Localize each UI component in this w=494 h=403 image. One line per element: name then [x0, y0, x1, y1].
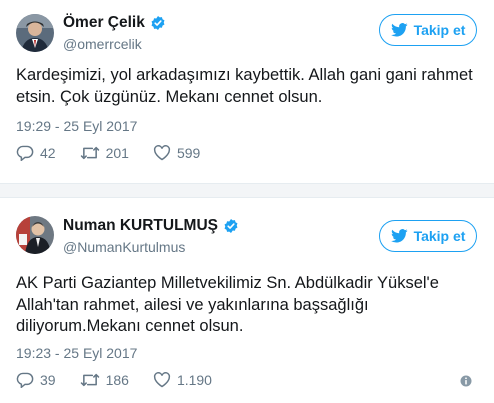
retweet-icon	[80, 146, 99, 160]
twitter-bird-icon	[390, 229, 408, 243]
reply-count: 42	[40, 145, 56, 161]
retweet-button[interactable]: 201	[80, 145, 129, 161]
follow-label: Takip et	[413, 22, 466, 38]
verified-badge-icon	[150, 15, 166, 31]
tweet-actions: 39 186 1.190	[16, 372, 236, 388]
tweet-text: AK Parti Gaziantep Milletvekilimiz Sn. A…	[16, 274, 439, 335]
follow-label: Takip et	[413, 228, 466, 244]
info-icon[interactable]	[460, 374, 472, 392]
user-handle[interactable]: @NumanKurtulmus	[63, 239, 185, 255]
reply-icon	[16, 372, 34, 388]
like-count: 1.190	[176, 372, 212, 388]
avatar[interactable]	[16, 14, 54, 52]
follow-button[interactable]: Takip et	[379, 14, 477, 46]
tweet-timestamp[interactable]: 19:29 - 25 Eyl 2017	[16, 118, 137, 134]
retweet-icon	[80, 373, 99, 387]
verified-badge-icon	[223, 218, 239, 234]
follow-button[interactable]: Takip et	[379, 220, 477, 252]
tweet-timestamp[interactable]: 19:23 - 25 Eyl 2017	[16, 345, 137, 361]
like-button[interactable]: 1.190	[153, 372, 212, 388]
reply-count: 39	[40, 372, 56, 388]
like-count: 599	[176, 145, 201, 161]
heart-icon	[153, 145, 170, 161]
display-name[interactable]: Numan KURTULMUŞ	[63, 217, 218, 235]
twitter-bird-icon	[390, 23, 408, 37]
tweet-card: Ömer Çelik @omerrcelik Takip et Kardeşim…	[0, 0, 494, 183]
tweet-separator	[0, 183, 494, 198]
reply-icon	[16, 145, 34, 161]
reply-button[interactable]: 39	[16, 372, 56, 388]
retweet-button[interactable]: 186	[80, 372, 129, 388]
author-name-row[interactable]: Ömer Çelik	[63, 14, 166, 32]
heart-icon	[153, 372, 170, 388]
tweet-text: Kardeşimizi, yol arkadaşımızı kaybettik.…	[16, 66, 473, 106]
avatar[interactable]	[16, 216, 54, 254]
retweet-count: 201	[105, 145, 129, 161]
display-name[interactable]: Ömer Çelik	[63, 14, 145, 32]
author-name-row[interactable]: Numan KURTULMUŞ	[63, 217, 239, 235]
reply-button[interactable]: 42	[16, 145, 56, 161]
tweet-actions: 42 201 599	[16, 145, 224, 161]
retweet-count: 186	[105, 372, 129, 388]
user-handle[interactable]: @omerrcelik	[63, 36, 142, 52]
tweet-card: Numan KURTULMUŞ @NumanKurtulmus Takip et…	[0, 198, 494, 403]
like-button[interactable]: 599	[153, 145, 200, 161]
